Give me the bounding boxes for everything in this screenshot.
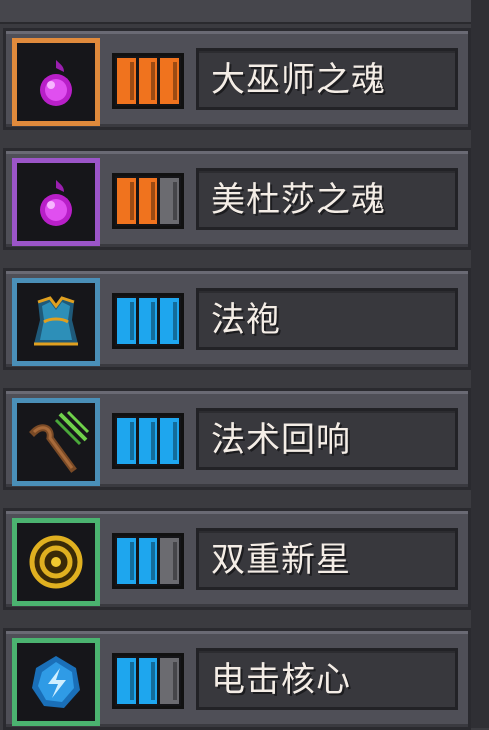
level-pips bbox=[112, 533, 184, 589]
purple-soul-icon bbox=[40, 180, 72, 226]
upgrade-row-0[interactable]: 大巫师之魂 bbox=[3, 28, 471, 130]
level-pip-empty bbox=[160, 538, 180, 584]
level-pip-filled bbox=[117, 58, 136, 104]
item-name-box: 美杜莎之魂 bbox=[196, 168, 458, 230]
item-icon-frame bbox=[12, 398, 100, 486]
level-pips bbox=[112, 413, 184, 469]
level-pip-filled bbox=[160, 298, 180, 344]
level-pips bbox=[112, 293, 184, 349]
level-pip-filled bbox=[117, 538, 136, 584]
level-pip-filled bbox=[138, 538, 158, 584]
item-name: 法袍 bbox=[211, 300, 281, 340]
level-pips bbox=[112, 173, 184, 229]
item-name: 电击核心 bbox=[211, 660, 351, 700]
level-pip-empty bbox=[160, 178, 180, 224]
item-name: 大巫师之魂 bbox=[211, 60, 386, 100]
item-name-box: 法袍 bbox=[196, 288, 458, 350]
level-pips bbox=[112, 53, 184, 109]
level-pip-filled bbox=[138, 658, 158, 704]
level-pip-filled bbox=[117, 418, 136, 464]
level-pip-filled bbox=[117, 658, 136, 704]
scroll-track[interactable] bbox=[471, 0, 489, 728]
level-pip-filled bbox=[117, 178, 136, 224]
item-icon-frame bbox=[12, 518, 100, 606]
item-name-box: 电击核心 bbox=[196, 648, 458, 710]
upgrade-row-5[interactable]: 电击核心 bbox=[3, 628, 471, 730]
level-pip-filled bbox=[117, 298, 136, 344]
level-pip-filled bbox=[138, 178, 158, 224]
item-icon-frame bbox=[12, 638, 100, 726]
item-name: 双重新星 bbox=[211, 540, 351, 580]
level-pip-filled bbox=[138, 298, 158, 344]
staff-icon bbox=[29, 410, 90, 473]
item-name-box: 双重新星 bbox=[196, 528, 458, 590]
item-name: 法术回响 bbox=[211, 420, 351, 460]
item-name: 美杜莎之魂 bbox=[211, 180, 386, 220]
level-pip-filled bbox=[138, 58, 158, 104]
item-icon-frame bbox=[12, 158, 100, 246]
item-icon-frame bbox=[12, 278, 100, 366]
lightning-core-icon bbox=[32, 656, 80, 708]
level-pip-filled bbox=[138, 418, 158, 464]
item-name-box: 大巫师之魂 bbox=[196, 48, 458, 110]
upgrade-row-4[interactable]: 双重新星 bbox=[3, 508, 471, 610]
upgrade-row-3[interactable]: 法术回响 bbox=[3, 388, 471, 490]
top-bar bbox=[0, 0, 489, 24]
upgrade-row-1[interactable]: 美杜莎之魂 bbox=[3, 148, 471, 250]
level-pip-filled bbox=[160, 58, 180, 104]
item-name-box: 法术回响 bbox=[196, 408, 458, 470]
nova-ring-icon bbox=[29, 535, 83, 589]
level-pips bbox=[112, 653, 184, 709]
level-pip-empty bbox=[160, 658, 180, 704]
purple-soul-icon bbox=[40, 60, 72, 106]
level-pip-filled bbox=[160, 418, 180, 464]
robe-icon bbox=[34, 296, 78, 346]
item-icon-frame bbox=[12, 38, 100, 126]
upgrade-row-2[interactable]: 法袍 bbox=[3, 268, 471, 370]
